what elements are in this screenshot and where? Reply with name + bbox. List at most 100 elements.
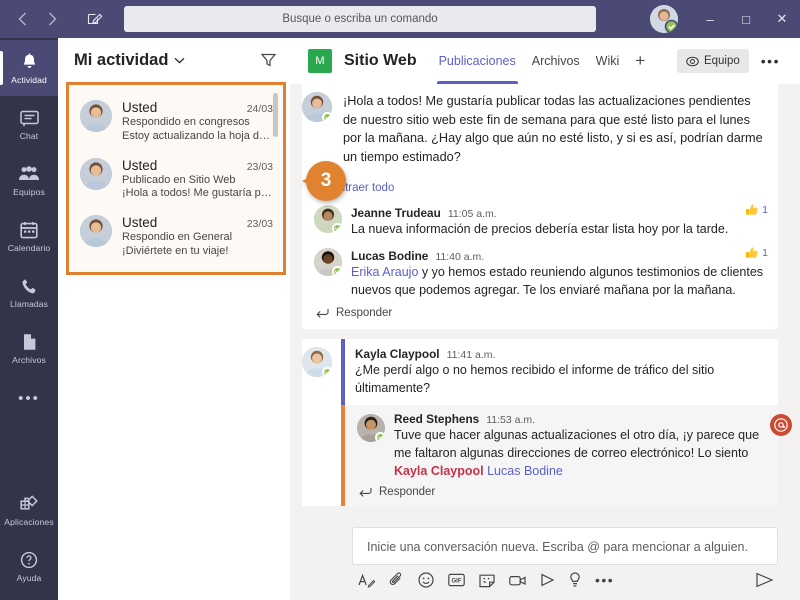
- send-icon[interactable]: [755, 572, 774, 588]
- sidebar-item-label: Ayuda: [16, 573, 42, 583]
- chevron-down-icon[interactable]: [174, 57, 185, 64]
- reply-list: Jeanne Trudeau 11:05 a.m. 1 La nueva inf…: [302, 197, 778, 329]
- list-item-body: Usted 23/03 Respondio en General ¡Diviér…: [122, 215, 273, 259]
- reply-item: Jeanne Trudeau 11:05 a.m. 1 La nueva inf…: [302, 198, 778, 242]
- mention-link[interactable]: Erika Araujo: [351, 265, 418, 279]
- team-avatar: M: [308, 49, 332, 73]
- reply-author: Lucas Bodine: [351, 249, 429, 264]
- praise-icon[interactable]: [569, 572, 581, 588]
- list-item-subtitle: Respondio en General: [122, 231, 233, 243]
- reaction-thumbs-up[interactable]: 1: [737, 203, 768, 217]
- tab-archivos[interactable]: Archivos: [524, 38, 588, 84]
- help-icon: [20, 549, 38, 571]
- avatar: [302, 346, 332, 377]
- minimize-button[interactable]: –: [692, 0, 728, 38]
- back-button[interactable]: [8, 5, 36, 33]
- reply-timestamp: 11:40 a.m.: [435, 251, 485, 264]
- collapse-all-button[interactable]: ▾ Contraer todo: [302, 174, 778, 198]
- maximize-button[interactable]: □: [728, 0, 764, 38]
- rail-bottom-group: Aplicaciones Ayuda: [0, 482, 58, 600]
- post-text: ¿Me perdí algo o no hemos recibido el in…: [355, 362, 715, 395]
- reply-item: Lucas Bodine 11:40 a.m. 1 Erika Araujo y…: [302, 241, 778, 303]
- reply-text: Tuve que hacer algunas actualizaciones e…: [394, 427, 768, 480]
- close-button[interactable]: ✕: [764, 0, 800, 38]
- mention-link[interactable]: Lucas Bodine: [487, 464, 563, 478]
- reply-header: Reed Stephens 11:53 a.m.: [394, 412, 768, 426]
- reply-body: Lucas Bodine 11:40 a.m. 1 Erika Araujo y…: [351, 246, 768, 300]
- activity-header: Mi actividad: [58, 38, 290, 82]
- phone-icon: [21, 275, 38, 297]
- reaction-count: 1: [762, 203, 768, 216]
- app-body: Actividad Chat Equipos Calendario Llamad…: [0, 38, 800, 600]
- channel-header: M Sitio Web Publicaciones Archivos Wiki …: [290, 38, 800, 84]
- list-item[interactable]: Usted 23/03 Respondio en General ¡Diviér…: [69, 208, 283, 266]
- tab-publicaciones[interactable]: Publicaciones: [431, 38, 524, 84]
- sticker-icon[interactable]: [479, 573, 495, 588]
- compose-icon[interactable]: [80, 5, 110, 33]
- list-item-body: Usted 23/03 Publicado en Sitio Web ¡Hola…: [122, 158, 273, 202]
- chat-icon: [19, 107, 39, 129]
- stream-icon[interactable]: [540, 573, 555, 587]
- avatar: [314, 248, 342, 277]
- list-item[interactable]: Usted 24/03 Respondido en congresos Esto…: [69, 93, 283, 151]
- mention-self[interactable]: Kayla Claypool: [394, 464, 484, 478]
- reply-body: Reed Stephens 11:53 a.m. Tuve que hacer …: [394, 412, 768, 480]
- sidebar-item-llamadas[interactable]: Llamadas: [0, 264, 58, 320]
- page-title: Mi actividad: [74, 50, 169, 69]
- sidebar-item-archivos[interactable]: Archivos: [0, 320, 58, 376]
- sidebar-item-actividad[interactable]: Actividad: [0, 40, 58, 96]
- app-rail: Actividad Chat Equipos Calendario Llamad…: [0, 38, 58, 600]
- root-post-top: ¡Hola a todos! Me gustaría publicar toda…: [302, 84, 778, 175]
- sidebar-item-label: Llamadas: [9, 299, 49, 309]
- reply-text: La nueva información de precios debería …: [351, 221, 729, 236]
- message-input[interactable]: Inicie una conversación nueva. Escriba @…: [352, 527, 778, 565]
- compose-area: Inicie una conversación nueva. Escriba @…: [290, 519, 800, 600]
- reply-button[interactable]: Responder: [302, 303, 778, 325]
- root-post-text: ¡Hola a todos! Me gustaría publicar toda…: [341, 90, 778, 175]
- presence-available-icon: [322, 366, 332, 377]
- format-icon[interactable]: [358, 573, 375, 588]
- meet-now-icon[interactable]: [509, 574, 526, 587]
- at-mention-icon: [770, 414, 792, 437]
- title-bar: Busque o escriba un comando – □ ✕: [0, 0, 800, 38]
- sidebar-item-label: Archivos: [12, 355, 46, 365]
- channel-more-button[interactable]: •••: [753, 53, 788, 69]
- post-author: Kayla Claypool: [355, 346, 440, 361]
- forward-button[interactable]: [38, 5, 66, 33]
- reply-button[interactable]: Responder: [345, 484, 778, 506]
- avatar[interactable]: [650, 5, 678, 33]
- rail-more-button[interactable]: •••: [18, 376, 40, 420]
- sidebar-item-aplicaciones[interactable]: Aplicaciones: [0, 482, 58, 538]
- filter-icon[interactable]: [261, 53, 276, 67]
- thumbs-up-icon: [745, 246, 759, 260]
- add-tab-button[interactable]: +: [627, 51, 653, 71]
- search-input[interactable]: Busque o escriba un comando: [124, 6, 596, 32]
- reaction-thumbs-up[interactable]: 1: [737, 246, 768, 260]
- sidebar-item-calendario[interactable]: Calendario: [0, 208, 58, 264]
- callout-badge-3: 3: [302, 161, 346, 205]
- list-item-name: Usted: [122, 215, 158, 230]
- sidebar-item-equipos[interactable]: Equipos: [0, 152, 58, 208]
- message-thread[interactable]: ¡Hola a todos! Me gustaría publicar toda…: [290, 84, 800, 519]
- root-post: ¡Hola a todos! Me gustaría publicar toda…: [302, 84, 778, 329]
- list-item[interactable]: Usted 23/03 Publicado en Sitio Web ¡Hola…: [69, 151, 283, 209]
- second-post-content: Kayla Claypool 11:41 a.m. ¿Me perdí algo…: [341, 338, 792, 506]
- emoji-icon[interactable]: [418, 572, 434, 588]
- attach-icon[interactable]: [389, 572, 404, 588]
- avatar: [302, 92, 332, 122]
- gif-icon[interactable]: GIF: [448, 573, 465, 587]
- window-controls-group: – □ ✕: [650, 0, 800, 38]
- reply-header: Lucas Bodine 11:40 a.m. 1: [351, 246, 768, 263]
- tab-wiki[interactable]: Wiki: [588, 38, 628, 84]
- activity-scrollbar[interactable]: [273, 93, 278, 137]
- callout-number: 3: [306, 161, 346, 201]
- list-item-preview: ¡Diviértete en tu viaje!: [122, 244, 229, 257]
- list-item-header: Usted 23/03: [122, 215, 273, 230]
- sidebar-item-ayuda[interactable]: Ayuda: [0, 538, 58, 594]
- channel-header-actions: Equipo •••: [676, 49, 788, 73]
- equipo-button[interactable]: Equipo: [676, 49, 749, 73]
- compose-more-button[interactable]: •••: [595, 572, 614, 588]
- reply-author: Jeanne Trudeau: [351, 205, 441, 220]
- activity-list: Usted 24/03 Respondido en congresos Esto…: [66, 82, 286, 275]
- sidebar-item-chat[interactable]: Chat: [0, 96, 58, 152]
